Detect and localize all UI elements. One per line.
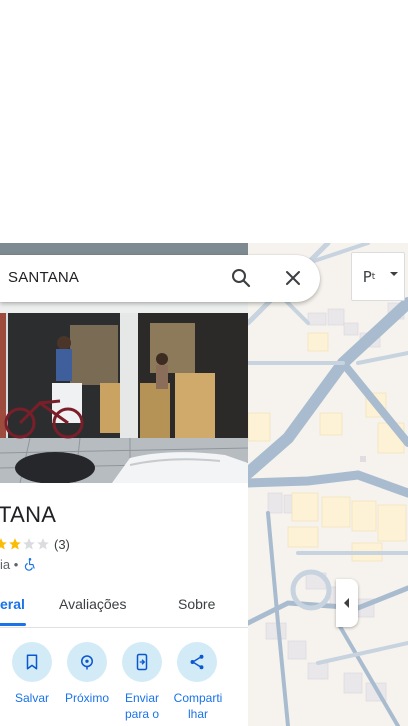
close-icon[interactable]	[281, 266, 305, 290]
rating-stars	[0, 537, 50, 551]
save-button[interactable]	[12, 642, 52, 682]
nearby-label: Próximo	[64, 691, 109, 705]
star-empty-icon	[37, 538, 49, 550]
collapse-panel-button[interactable]	[336, 579, 358, 627]
search-input[interactable]: SANTANA	[8, 269, 79, 286]
send-label-line1: Enviar	[124, 691, 159, 705]
chevron-down-icon	[390, 272, 398, 276]
map[interactable]	[248, 243, 408, 726]
share-label: Comparti lhar	[168, 690, 228, 722]
place-category: ia •	[0, 557, 19, 572]
send-label-line2: para o	[124, 707, 160, 721]
star-empty-icon	[23, 538, 35, 550]
search-icon[interactable]	[229, 266, 253, 290]
tab-divider	[0, 627, 248, 628]
tab-about[interactable]: Sobre	[178, 596, 215, 612]
send-to-phone-label: Enviar para o	[112, 690, 172, 722]
rating-count[interactable]: (3)	[54, 537, 70, 552]
layer-toggle-label: P	[362, 267, 372, 286]
tab-selected-indicator	[0, 623, 26, 626]
search-box[interactable]: SANTANA	[0, 255, 320, 302]
map-canvas	[248, 243, 408, 726]
tab-overview[interactable]: eral	[0, 596, 25, 612]
share-label-line1: Comparti	[173, 691, 223, 705]
share-label-line2: lhar	[187, 707, 208, 721]
star-filled-icon	[0, 538, 7, 550]
place-title: TANA	[0, 502, 57, 527]
chevron-left-icon	[344, 598, 349, 608]
layer-toggle-button[interactable]: Pt	[351, 252, 387, 301]
bookmark-icon	[26, 654, 38, 670]
page: SANTANA Pt TANA (3) ia • eral Avaliações…	[0, 0, 408, 726]
layer-toggle-sub: t	[371, 271, 376, 282]
nearby-icon	[81, 655, 93, 670]
tab-reviews[interactable]: Avaliações	[59, 596, 126, 612]
star-filled-icon	[9, 538, 21, 550]
share-icon	[190, 654, 204, 670]
wheelchair-icon	[24, 558, 35, 571]
send-to-phone-button[interactable]	[122, 642, 162, 682]
nearby-button[interactable]	[67, 642, 107, 682]
layer-dropdown-button[interactable]	[384, 252, 405, 301]
share-button[interactable]	[177, 642, 217, 682]
save-label: Salvar	[14, 691, 49, 705]
send-to-phone-icon	[136, 653, 148, 671]
